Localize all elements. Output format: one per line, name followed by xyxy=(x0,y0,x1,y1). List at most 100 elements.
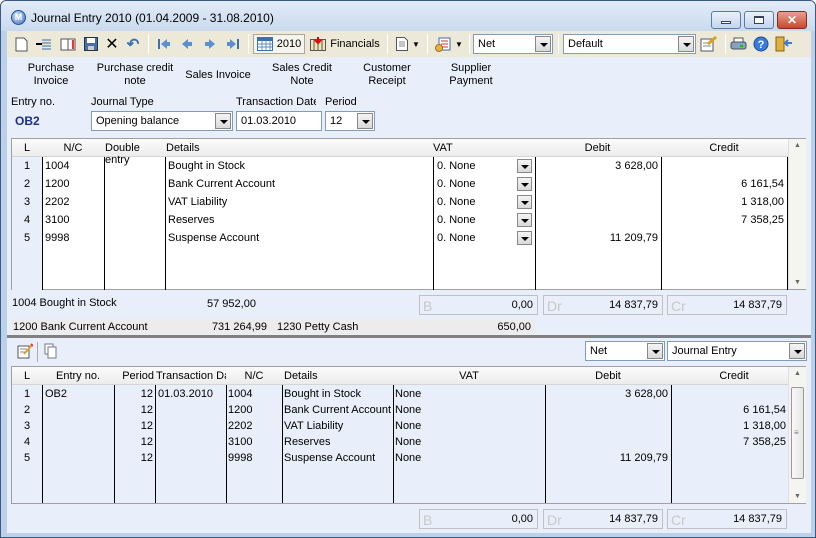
details-cell[interactable]: Reserves xyxy=(168,212,428,228)
vat-cell[interactable]: 0. None xyxy=(437,194,507,210)
details-cell[interactable]: Bank Current Account xyxy=(168,176,428,192)
col-details-header[interactable]: Details xyxy=(284,370,318,382)
open-book-button[interactable] xyxy=(59,34,77,54)
chevron-down-icon xyxy=(789,343,805,359)
new-button[interactable] xyxy=(13,34,29,54)
transaction-date-label: Transaction Date xyxy=(236,96,316,108)
insert-line-button[interactable] xyxy=(35,34,53,54)
details-cell[interactable]: VAT Liability xyxy=(168,194,428,210)
shortcut-supplier-payment[interactable]: Supplier Payment xyxy=(441,62,501,88)
last-record-button[interactable] xyxy=(225,34,241,54)
account-balance-3: 650,00 xyxy=(497,321,531,333)
details-cell[interactable]: Suspense Account xyxy=(168,230,428,246)
splitter[interactable] xyxy=(7,335,811,338)
nc-cell[interactable]: 1200 xyxy=(45,176,103,192)
vat-cell[interactable]: 0. None xyxy=(437,212,507,228)
vat-mode-select[interactable]: Net xyxy=(473,34,553,54)
scroll-down-icon[interactable]: ▼ xyxy=(794,493,801,500)
debit-cell[interactable] xyxy=(536,212,658,228)
credit-cell: 6 161,54 xyxy=(743,404,786,416)
nc-cell[interactable]: 2202 xyxy=(45,194,103,210)
period-label: Period xyxy=(325,96,357,108)
col-double-entry-header[interactable]: Double entry xyxy=(105,142,167,166)
edit-entry-button[interactable] xyxy=(17,341,33,361)
exit-door-icon xyxy=(775,36,792,52)
credit-cell[interactable]: 6 161,54 xyxy=(662,176,784,192)
period-select[interactable]: 12 xyxy=(325,111,375,131)
layout-select[interactable]: Default xyxy=(563,34,696,54)
report-dropdown-button[interactable]: ▼ xyxy=(393,34,423,54)
vat-cell[interactable]: 0. None xyxy=(437,158,507,174)
previous-record-button[interactable] xyxy=(179,34,195,54)
layout-settings-button[interactable] xyxy=(699,34,719,54)
vertical-scrollbar[interactable]: ▲ ▼ xyxy=(788,139,806,289)
col-period-header[interactable]: Period xyxy=(114,370,154,382)
scroll-up-icon[interactable]: ▲ xyxy=(794,370,801,377)
col-credit-header[interactable]: Credit xyxy=(661,142,787,154)
maximize-button[interactable] xyxy=(744,11,774,29)
col-entry-no-header[interactable]: Entry no. xyxy=(42,370,114,382)
col-vat-header[interactable]: VAT xyxy=(433,142,453,154)
nc-cell[interactable]: 3100 xyxy=(45,212,103,228)
col-credit-header[interactable]: Credit xyxy=(671,370,797,382)
col-vat-header[interactable]: VAT xyxy=(393,370,545,382)
year-button[interactable]: 2010 xyxy=(253,34,305,54)
date-cell: 01.03.2010 xyxy=(158,388,214,400)
scroll-thumb[interactable]: ≡ xyxy=(791,387,804,479)
vat-cell[interactable]: 0. None xyxy=(437,176,507,192)
scroll-down-icon[interactable]: ▼ xyxy=(794,279,801,286)
shortcut-sales-invoice[interactable]: Sales Invoice xyxy=(183,69,253,82)
nc-cell[interactable]: 1004 xyxy=(45,158,103,174)
vat-dropdown-icon[interactable] xyxy=(517,213,532,227)
first-record-icon xyxy=(158,39,170,49)
nc-cell[interactable]: 9998 xyxy=(45,230,103,246)
col-nc-header[interactable]: N/C xyxy=(42,142,104,154)
col-nc-header[interactable]: N/C xyxy=(226,370,282,382)
first-record-button[interactable] xyxy=(156,34,172,54)
vat-dropdown-icon[interactable] xyxy=(517,231,532,245)
vat-dropdown-icon[interactable] xyxy=(517,195,532,209)
lower-view-select[interactable]: Journal Entry xyxy=(667,341,807,361)
transaction-date-input[interactable]: 01.03.2010 xyxy=(236,111,322,131)
copy-entry-button[interactable] xyxy=(43,341,59,361)
undo-button[interactable]: ↶ xyxy=(125,34,141,54)
help-icon: ? xyxy=(753,36,769,52)
credit-cell[interactable] xyxy=(662,230,784,246)
vat-cell: None xyxy=(395,420,422,432)
next-record-button[interactable] xyxy=(202,34,218,54)
vat-cell[interactable]: 0. None xyxy=(437,230,507,246)
debit-cell[interactable]: 11 209,79 xyxy=(536,230,658,246)
vat-dropdown-icon[interactable] xyxy=(517,159,532,173)
vat-cell: None xyxy=(395,404,422,416)
minimize-button[interactable] xyxy=(711,11,741,29)
shortcut-purchase-credit-note[interactable]: Purchase credit note xyxy=(95,62,175,88)
print-button[interactable] xyxy=(729,34,747,54)
delete-button[interactable]: ✕ xyxy=(105,34,119,54)
financials-button[interactable]: Financials xyxy=(309,34,381,54)
exit-button[interactable] xyxy=(775,34,793,54)
col-transaction-date-header[interactable]: Transaction Da xyxy=(156,370,226,382)
debit-cell[interactable]: 3 628,00 xyxy=(536,158,658,174)
lower-vertical-scrollbar[interactable]: ▲ ≡ ▼ xyxy=(788,367,806,503)
lower-vat-mode-select[interactable]: Net xyxy=(585,341,665,361)
journal-type-select[interactable]: Opening balance xyxy=(91,111,233,131)
settings-dropdown-button[interactable]: ▼ xyxy=(433,34,465,54)
help-button[interactable]: ? xyxy=(752,34,770,54)
debit-cell[interactable] xyxy=(536,194,658,210)
scroll-up-icon[interactable]: ▲ xyxy=(794,142,801,149)
close-button[interactable]: ✕ xyxy=(777,11,807,29)
col-debit-header[interactable]: Debit xyxy=(545,370,671,382)
credit-cell[interactable]: 7 358,25 xyxy=(662,212,784,228)
debit-cell[interactable] xyxy=(536,176,658,192)
col-details-header[interactable]: Details xyxy=(166,142,200,154)
col-debit-header[interactable]: Debit xyxy=(535,142,660,154)
credit-cell[interactable] xyxy=(662,158,784,174)
edit-icon xyxy=(17,343,33,359)
save-button[interactable] xyxy=(83,34,99,54)
shortcut-customer-receipt[interactable]: Customer Receipt xyxy=(357,62,417,88)
shortcut-purchase-invoice[interactable]: Purchase Invoice xyxy=(21,62,81,88)
details-cell[interactable]: Bought in Stock xyxy=(168,158,428,174)
credit-cell[interactable]: 1 318,00 xyxy=(662,194,784,210)
vat-dropdown-icon[interactable] xyxy=(517,177,532,191)
shortcut-sales-credit-note[interactable]: Sales Credit Note xyxy=(267,62,337,88)
